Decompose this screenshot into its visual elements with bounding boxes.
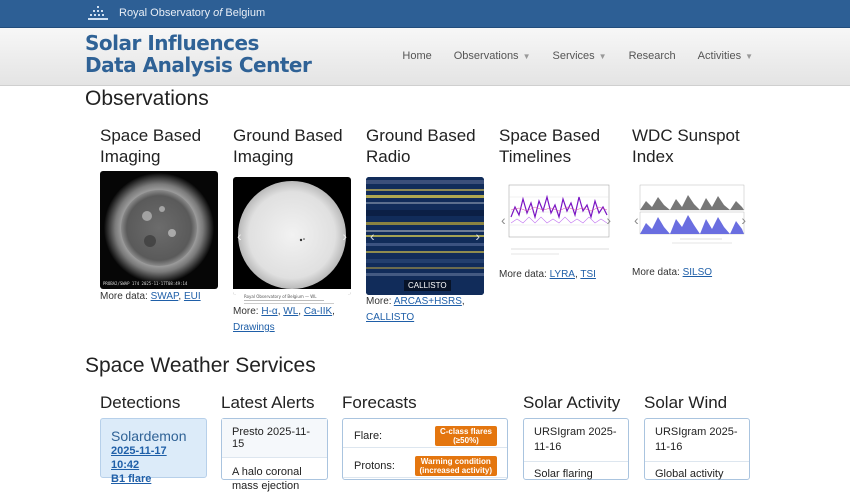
obs-column-radio: Ground Based Radio (366, 125, 491, 167)
latest-alerts-heading: Latest Alerts (221, 393, 315, 412)
organization-link[interactable]: Royal Observatory of Belgium (119, 7, 265, 19)
org-name-part: Belgium (222, 7, 266, 19)
carousel-prev-icon[interactable]: ‹ (634, 212, 639, 228)
obs-column-space-imaging: Space Based Imaging (100, 125, 225, 167)
site-header: Solar Influences Data Analysis Center Ho… (0, 28, 850, 86)
main-nav: Home Observations ▼ Services ▼ Research Ac… (380, 50, 753, 62)
more-data-sunspot: More data: SILSO (632, 265, 712, 281)
forecast-row-flare[interactable]: Flare: C-class flares (≥50%) (343, 422, 507, 448)
forecast-row-protons[interactable]: Protons: Warning condition (increased act… (343, 452, 507, 478)
wl-caption-text: Royal Observatory of Belgium — WL (244, 294, 317, 299)
more-data-timelines: More data: LYRA, TSI (499, 269, 596, 280)
forecast-badge: C-class flares (≥50%) (434, 426, 497, 446)
ursigram-text: Global activity (655, 468, 724, 480)
org-name-of: of (213, 7, 223, 19)
link-callisto[interactable]: CALLISTO (366, 312, 414, 323)
detection-card[interactable]: Solardemon 2025-11-17 10:42 B1 flare (100, 418, 207, 485)
radio-spectrogram-image[interactable]: ‹ › CALLISTO (366, 177, 484, 295)
more-label: More data: (100, 291, 148, 302)
carousel-next-icon[interactable]: › (606, 212, 611, 228)
wl-image-caption: Royal Observatory of Belgium — WL (244, 294, 344, 304)
solar-wind-heading: Solar Wind (644, 393, 728, 412)
link-swap[interactable]: SWAP (151, 291, 179, 302)
nav-home[interactable]: Home (402, 50, 431, 62)
solar-activity-heading: Solar Activity (523, 393, 621, 412)
carousel-prev-icon[interactable]: ‹ (501, 212, 506, 228)
carousel-next-icon[interactable]: › (741, 212, 746, 228)
detection-flare-link[interactable]: B1 flare (111, 472, 196, 486)
nav-services[interactable]: Services ▼ (552, 50, 606, 62)
sunspot-index-plot[interactable]: ‹ › (632, 177, 750, 262)
solar-activity-card[interactable]: URSIgram 2025-11-16 Solar flaring (523, 418, 629, 480)
carousel-prev-icon[interactable]: ‹ (237, 228, 242, 244)
detections-heading: Detections (100, 393, 181, 412)
solardemon-title: Solardemon (111, 428, 187, 444)
nav-observations[interactable]: Observations ▼ (454, 50, 531, 62)
space-weather-heading: Space Weather Services (85, 354, 316, 377)
chevron-down-icon: ▼ (522, 52, 531, 61)
link-lyra[interactable]: LYRA (550, 269, 575, 280)
more-label: More: (233, 306, 259, 317)
detection-time-link[interactable]: 2025-11-17 10:42 (111, 444, 196, 472)
more-data-space-imaging: More data: SWAP, EUI (100, 291, 201, 302)
more-label: More data: (499, 269, 547, 280)
link-ca-iik[interactable]: Ca-IIK (304, 306, 332, 317)
obs-column-ground-imaging: Ground Based Imaging (233, 125, 358, 167)
top-bar: Royal Observatory of Belgium (0, 0, 850, 28)
swap-sun-image[interactable]: PROBA2/SWAP 174 2025-11-17T08:49:14 (100, 171, 218, 289)
chevron-down-icon: ▼ (598, 52, 607, 61)
forecasts-card: Flare: C-class flares (≥50%) Protons: War… (342, 418, 508, 480)
column-title[interactable]: Ground Based Radio (366, 125, 491, 167)
brand-line-1: Solar Influences (85, 31, 259, 55)
site-brand[interactable]: Solar Influences Data Analysis Center (85, 31, 312, 77)
swap-caption: PROBA2/SWAP 174 2025-11-17T08:49:14 (103, 281, 188, 286)
link-eui[interactable]: EUI (184, 291, 201, 302)
observations-heading: Observations (85, 87, 209, 110)
chevron-down-icon: ▼ (745, 52, 753, 61)
link-tsi[interactable]: TSI (580, 269, 596, 280)
obs-column-sunspot: WDC Sunspot Index (632, 125, 757, 167)
column-title[interactable]: Space Based Timelines (499, 125, 624, 167)
link-arcas-hsrs[interactable]: ARCAS+HSRS (394, 296, 462, 307)
more-label: More data: (632, 267, 680, 278)
nav-activities[interactable]: Activities ▼ (698, 50, 753, 62)
forecast-label: Flare: (354, 430, 383, 442)
more-data-ground-imaging: More: H-α, WL, Ca-IIK, Drawings (233, 306, 335, 333)
column-title[interactable]: Ground Based Imaging (233, 125, 358, 167)
lyra-timeline-plot[interactable]: ‹ › (499, 177, 617, 262)
ursigram-text: Solar flaring (534, 468, 593, 480)
obs-column-timelines: Space Based Timelines (499, 125, 624, 167)
radio-caption: CALLISTO (404, 280, 451, 291)
link-drawings[interactable]: Drawings (233, 322, 275, 333)
org-name-part: Royal Observatory (119, 7, 214, 19)
solar-wind-card[interactable]: URSIgram 2025-11-16 Global activity (644, 418, 750, 480)
link-silso[interactable]: SILSO (683, 267, 712, 278)
nav-research[interactable]: Research (629, 50, 676, 62)
whitelight-sun-image[interactable]: ‹ › (233, 177, 351, 295)
carousel-next-icon[interactable]: › (475, 228, 480, 244)
ursigram-title: URSIgram 2025-11-16 (524, 419, 628, 462)
carousel-next-icon[interactable]: › (342, 228, 347, 244)
alert-text: A halo coronal mass ejection (232, 466, 302, 492)
link-wl[interactable]: WL (283, 306, 298, 317)
observatory-logo-icon[interactable] (88, 6, 108, 21)
alert-title: Presto 2025-11-15 (222, 419, 327, 458)
column-title[interactable]: WDC Sunspot Index (632, 125, 757, 167)
ursigram-title: URSIgram 2025-11-16 (645, 419, 749, 462)
forecast-label: Protons: (354, 460, 395, 472)
more-data-radio: More: ARCAS+HSRS, CALLISTO (366, 296, 465, 323)
column-title[interactable]: Space Based Imaging (100, 125, 225, 167)
link-h-alpha[interactable]: H-α (261, 306, 277, 317)
forecasts-heading: Forecasts (342, 393, 417, 412)
carousel-prev-icon[interactable]: ‹ (370, 228, 375, 244)
alert-card[interactable]: Presto 2025-11-15 A halo coronal mass ej… (221, 418, 328, 492)
more-label: More: (366, 296, 392, 307)
brand-line-2: Data Analysis Center (85, 53, 312, 77)
forecast-badge: Warning condition (increased activity) (414, 456, 497, 476)
